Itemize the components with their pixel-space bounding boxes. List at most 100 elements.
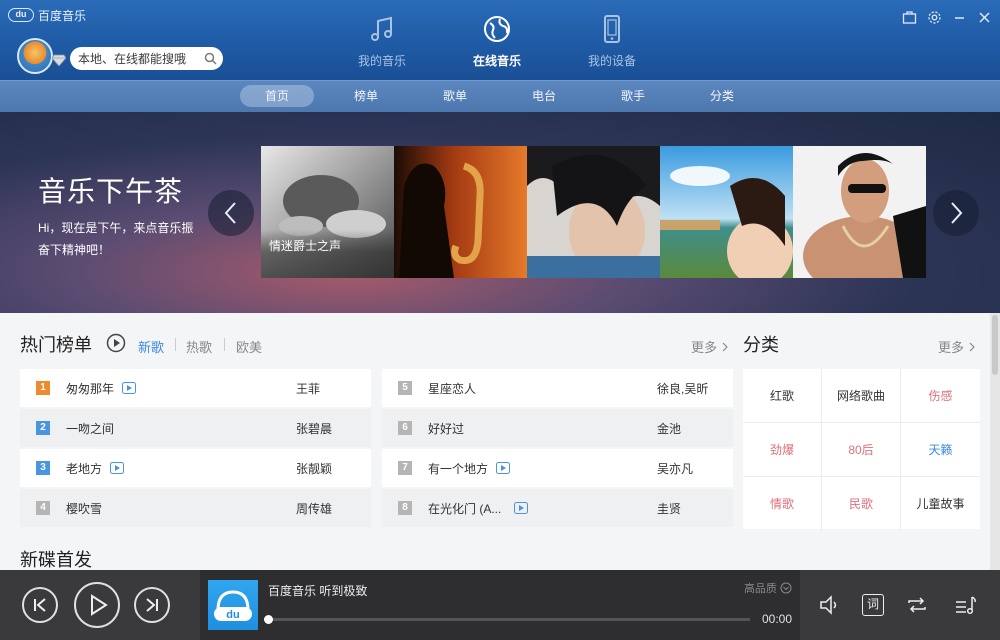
hot-more-link[interactable]: 更多 [691, 337, 729, 356]
category-item[interactable]: 儿童故事 [901, 477, 980, 531]
song-artist[interactable]: 徐良,吴昕 [657, 380, 708, 397]
repeat-mode-icon[interactable] [905, 593, 929, 617]
chart-row[interactable]: 2 一吻之间 张碧晨 [20, 409, 371, 447]
song-title[interactable]: 星座恋人 [428, 380, 476, 397]
chart-row[interactable]: 6 好好过 金池 [382, 409, 733, 447]
mode-label: 我的设备 [587, 54, 636, 68]
banner-tile-jazz[interactable]: 情迷爵士之声 [261, 146, 394, 278]
mode-my-music[interactable]: 我的音乐 [342, 14, 422, 69]
skin-icon[interactable] [902, 10, 917, 25]
song-artist[interactable]: 金池 [657, 420, 681, 437]
baidu-music-logo-icon: du [214, 590, 252, 621]
tab-charts[interactable]: 榜单 [341, 85, 391, 107]
banner-tile-portrait[interactable] [527, 146, 660, 278]
chevron-right-icon [722, 342, 728, 352]
user-avatar[interactable] [17, 38, 53, 74]
chevron-down-icon [780, 582, 792, 594]
hot-charts-title: 热门榜单 [20, 335, 92, 355]
mode-my-device[interactable]: 我的设备 [572, 14, 652, 69]
tab-singers[interactable]: 歌手 [608, 85, 658, 107]
tab-divider [224, 338, 225, 351]
progress-bar[interactable] [264, 615, 750, 624]
tab-home[interactable]: 首页 [240, 85, 314, 107]
progress-knob[interactable] [264, 615, 273, 624]
hot-tab-hot[interactable]: 热歌 [186, 337, 212, 356]
tab-category[interactable]: 分类 [697, 85, 747, 107]
mv-icon[interactable] [110, 462, 124, 474]
category-more-link[interactable]: 更多 [938, 337, 976, 356]
banner-carousel: 音乐下午茶 Hi，现在是下午，来点音乐振奋下精神吧！ 情迷爵士之声 [0, 112, 1000, 313]
content-scrollbar[interactable] [990, 313, 1000, 570]
hot-tab-western[interactable]: 欧美 [236, 337, 262, 356]
song-artist[interactable]: 张碧晨 [296, 420, 332, 437]
settings-gear-icon[interactable] [927, 10, 942, 25]
mode-label: 我的音乐 [357, 54, 406, 68]
banner-prev-button[interactable] [208, 190, 254, 236]
banner-next-button[interactable] [933, 190, 979, 236]
main-content: 热门榜单 新歌 热歌 欧美 更多 1 匆匆那年 王菲 2 一吻之间 张碧晨 3 … [0, 313, 990, 570]
next-button[interactable] [134, 587, 170, 623]
chart-row[interactable]: 4 樱吹雪 周传雄 [20, 489, 371, 527]
chart-row[interactable]: 3 老地方 张靓颖 [20, 449, 371, 487]
banner-tile-singer[interactable] [793, 146, 926, 278]
mv-icon[interactable] [122, 382, 136, 394]
song-title[interactable]: 樱吹雪 [66, 500, 102, 517]
category-item[interactable]: 天籁 [901, 423, 980, 477]
category-item[interactable]: 80后 [822, 423, 901, 477]
banner-tile-beach[interactable] [660, 146, 793, 278]
chart-row[interactable]: 5 星座恋人 徐良,吴昕 [382, 369, 733, 407]
mv-icon[interactable] [496, 462, 510, 474]
song-artist[interactable]: 周传雄 [296, 500, 332, 517]
new-releases-title: 新碟首发 [20, 550, 92, 570]
chart-row[interactable]: 1 匆匆那年 王菲 [20, 369, 371, 407]
more-label: 更多 [938, 340, 965, 355]
song-artist[interactable]: 王菲 [296, 380, 320, 397]
song-artist[interactable]: 圭贤 [657, 500, 681, 517]
app-title: 百度音乐 [38, 8, 87, 23]
song-artist[interactable]: 张靓颖 [296, 460, 332, 477]
mv-icon[interactable] [514, 502, 528, 514]
quality-selector[interactable]: 高品质 [744, 580, 792, 596]
song-title[interactable]: 匆匆那年 [66, 380, 114, 397]
category-item[interactable]: 网络歌曲 [822, 369, 901, 423]
play-button[interactable] [74, 582, 120, 628]
previous-button[interactable] [22, 587, 58, 623]
rank-badge: 7 [398, 461, 412, 475]
song-artist[interactable]: 吴亦凡 [657, 460, 693, 477]
tab-radio[interactable]: 电台 [519, 85, 569, 107]
chart-row[interactable]: 7 有一个地方 吴亦凡 [382, 449, 733, 487]
banner-tile-saxophone[interactable] [394, 146, 527, 278]
lyrics-button[interactable]: 词 [862, 594, 884, 616]
song-title[interactable]: 一吻之间 [66, 420, 114, 437]
close-icon[interactable] [977, 10, 992, 25]
category-item[interactable]: 红歌 [743, 369, 822, 423]
chevron-right-icon [951, 202, 963, 224]
category-item[interactable]: 民歌 [822, 477, 901, 531]
search-icon[interactable] [204, 52, 217, 65]
song-title[interactable]: 好好过 [428, 420, 464, 437]
hot-tab-new[interactable]: 新歌 [138, 337, 164, 356]
rank-badge: 5 [398, 381, 412, 395]
category-item[interactable]: 伤感 [901, 369, 980, 423]
album-cover[interactable]: du [208, 580, 258, 630]
window-controls [902, 10, 992, 25]
play-all-icon[interactable] [106, 333, 126, 353]
category-item[interactable]: 情歌 [743, 477, 822, 531]
category-item[interactable]: 劲爆 [743, 423, 822, 477]
song-title[interactable]: 有一个地方 [428, 460, 488, 477]
scrollbar-thumb[interactable] [992, 315, 998, 375]
banner-tile-caption: 情迷爵士之声 [261, 230, 394, 278]
chart-row[interactable]: 8 在光化门 (A... 圭贤 [382, 489, 733, 527]
tab-divider [175, 338, 176, 351]
minimize-icon[interactable] [952, 10, 967, 25]
song-title[interactable]: 老地方 [66, 460, 102, 477]
play-icon [91, 594, 108, 616]
tab-playlists[interactable]: 歌单 [430, 85, 480, 107]
playlist-icon[interactable] [954, 593, 978, 617]
search-box[interactable] [70, 47, 223, 70]
volume-icon[interactable] [818, 593, 842, 617]
rank-badge: 1 [36, 381, 50, 395]
mode-online-music[interactable]: 在线音乐 [457, 14, 537, 69]
search-input[interactable] [78, 50, 204, 67]
song-title[interactable]: 在光化门 (A... [428, 500, 501, 517]
